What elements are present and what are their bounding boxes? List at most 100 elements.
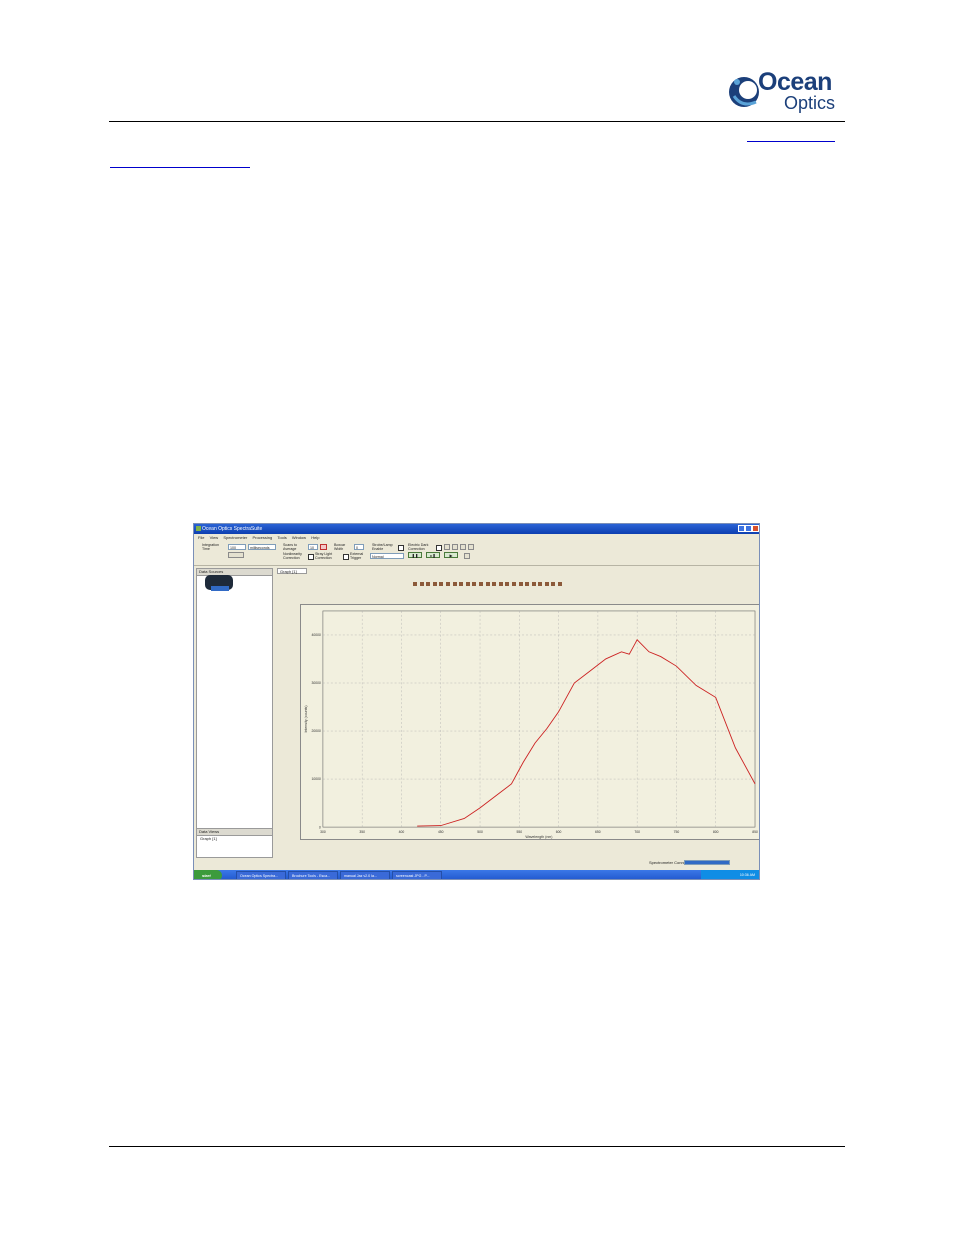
play-button[interactable]: ▶ [444, 552, 458, 558]
spectrasuite-screenshot: Ocean Optics SpectraSuite File View Spec… [193, 523, 760, 880]
mode-icon[interactable] [485, 582, 490, 586]
y-axis-label: Intensity (counts) [304, 705, 308, 732]
x-tick-label: 350 [359, 830, 365, 834]
graph-pane: Graph [1] 300 350 400 450 500 550 600 650 700 750… [275, 568, 759, 858]
spectrum-chart: 300 350 400 450 500 550 600 650 700 750 800 850 0 100… [300, 604, 759, 840]
color-icon[interactable] [544, 582, 549, 586]
x-tick-label: 500 [477, 830, 483, 834]
data-views-title: Data Views [197, 829, 272, 836]
copy-icon[interactable] [531, 582, 536, 586]
zoom-icon[interactable] [413, 582, 417, 586]
logo-line2: Optics [784, 93, 836, 113]
export-icon[interactable] [538, 582, 543, 586]
mode-icon[interactable] [511, 582, 516, 586]
minimize-button[interactable] [738, 525, 745, 532]
zoom-icon[interactable] [439, 582, 444, 586]
boxcar-label: Boxcar Width [334, 543, 346, 551]
hyperlink-underline[interactable] [110, 166, 250, 168]
pan-icon[interactable] [459, 582, 464, 586]
boxcar-width-input[interactable]: 0 [354, 544, 364, 550]
y-tick-label: 10000 [312, 777, 321, 781]
x-tick-label: 650 [595, 830, 601, 834]
footer-rule [109, 1146, 845, 1147]
external-trigger-checkbox[interactable] [343, 554, 349, 560]
graph-toolbar [413, 582, 565, 588]
strobe-label: Strobe/Lamp Enable [372, 543, 393, 551]
menu-help[interactable]: Help [311, 535, 319, 540]
y-tick-label: 20000 [312, 729, 321, 733]
acquisition-toolbar: Integration Time 100 milliseconds Scans … [194, 541, 759, 566]
dark-correction-checkbox[interactable] [436, 545, 442, 551]
nonlinearity-checkbox[interactable] [308, 554, 314, 560]
help-icon[interactable] [558, 582, 563, 586]
zoom-icon[interactable] [426, 582, 431, 586]
taskbar-item[interactable]: Ocean Optics Spectra... [236, 871, 286, 879]
scans-to-average-input[interactable]: 10 [308, 544, 318, 550]
menu-spectrometer[interactable]: Spectrometer [223, 535, 247, 540]
menu-tools[interactable]: Tools [277, 535, 286, 540]
header-rule [109, 121, 845, 122]
hyperlink-underline[interactable] [747, 140, 835, 142]
settings-icon[interactable] [551, 582, 556, 586]
print-icon[interactable] [525, 582, 530, 586]
progress-bar [684, 860, 730, 865]
pause-button[interactable]: ❚❚ [408, 552, 422, 558]
selected-device-node[interactable] [211, 586, 229, 591]
x-tick-label: 800 [713, 830, 719, 834]
maximize-button[interactable] [745, 525, 752, 532]
menu-processing[interactable]: Processing [252, 535, 272, 540]
mode-icon[interactable] [478, 582, 483, 586]
close-button[interactable] [752, 525, 759, 532]
data-views-panel: Data Views Graph [1] [196, 828, 273, 858]
y-tick-label: 40000 [312, 633, 321, 637]
x-tick-label: 600 [556, 830, 562, 834]
taskbar-item[interactable]: screencast JPG - P... [392, 871, 442, 879]
integration-time-input[interactable]: 100 [228, 544, 246, 550]
system-tray-clock: 10:36 AM [701, 870, 759, 879]
window-titlebar: Ocean Optics SpectraSuite [194, 524, 759, 534]
data-sources-panel: Data Sources [196, 568, 273, 858]
zoom-icon[interactable] [419, 582, 424, 586]
x-tick-label: 450 [438, 830, 444, 834]
dark-correction-label: Electric Dark Correction [408, 543, 429, 551]
x-tick-label: 400 [399, 830, 405, 834]
zoom-icon[interactable] [452, 582, 457, 586]
menu-view[interactable]: View [210, 535, 219, 540]
zoom-icon[interactable] [445, 582, 450, 586]
settings-icon[interactable] [468, 544, 474, 550]
marker-icon[interactable] [472, 582, 477, 586]
status-bar: Spectrometer Connected [194, 858, 759, 867]
save-icon[interactable] [518, 582, 523, 586]
scans-label: Scans to Average [283, 543, 297, 551]
integration-unit-select[interactable]: milliseconds [248, 544, 276, 550]
taskbar-item[interactable]: Brochure Tools - Esca... [288, 871, 338, 879]
print-icon[interactable] [452, 544, 458, 550]
data-views-item[interactable]: Graph [1] [197, 836, 272, 841]
nonlinearity-label: Nonlinearity Correction [283, 552, 302, 560]
start-button[interactable]: start [194, 870, 222, 879]
single-acquire-button[interactable]: ▸❚ [426, 552, 440, 558]
menu-window[interactable]: Window [292, 535, 306, 540]
stop-icon[interactable] [320, 544, 327, 550]
mode-icon[interactable] [505, 582, 510, 586]
integration-unit-dropdown[interactable] [228, 552, 244, 558]
save-icon[interactable] [444, 544, 450, 550]
filter-icon[interactable] [460, 544, 466, 550]
menu-file[interactable]: File [198, 535, 204, 540]
trigger-mode-select[interactable]: Normal [370, 553, 404, 559]
windows-taskbar: start Ocean Optics Spectra... Brochure T… [194, 870, 759, 879]
app-icon [196, 526, 201, 531]
plot-area [322, 610, 756, 828]
strobe-checkbox[interactable] [398, 545, 404, 551]
logo-line1: Ocean [758, 68, 832, 96]
x-tick-label: 750 [674, 830, 680, 834]
menu-bar: File View Spectrometer Processing Tools … [194, 534, 759, 541]
mode-icon[interactable] [498, 582, 503, 586]
zoom-icon[interactable] [432, 582, 437, 586]
help-icon[interactable] [464, 553, 470, 559]
stray-light-label: Stray Light Correction [315, 552, 333, 560]
taskbar-item[interactable]: manual Jaz v2.0 la... [340, 871, 390, 879]
marker-icon[interactable] [465, 582, 470, 586]
graph-tab[interactable]: Graph [1] [277, 568, 307, 574]
mode-icon[interactable] [492, 582, 497, 586]
